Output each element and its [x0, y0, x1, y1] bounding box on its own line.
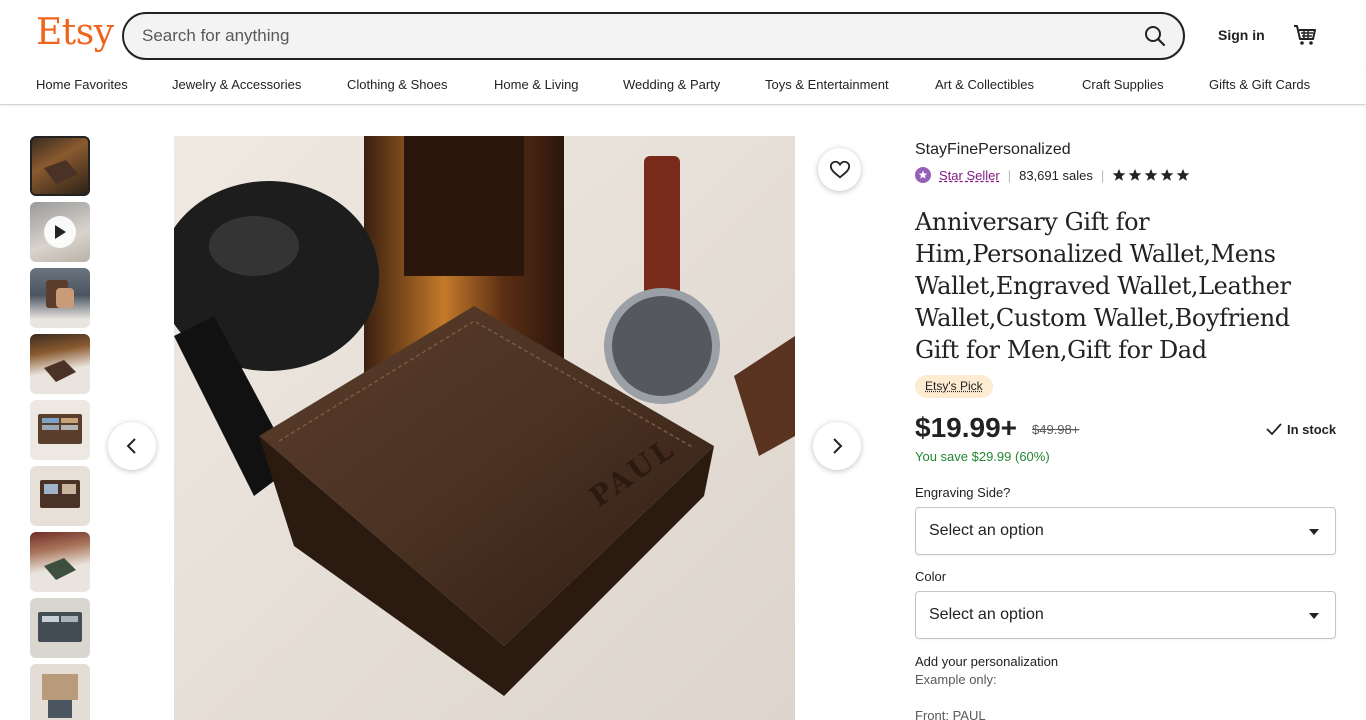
check-icon	[1266, 423, 1282, 436]
thumbnail-image[interactable]	[30, 598, 90, 658]
play-icon	[44, 216, 76, 248]
price: $19.99+	[915, 412, 1017, 443]
thumbnail-image[interactable]	[30, 532, 90, 592]
wallet-thumbnail-graphic	[44, 160, 78, 184]
engraving-side-label: Engraving Side?	[915, 485, 1011, 500]
original-price: $49.98+	[1032, 422, 1080, 437]
thumbnail-image[interactable]	[30, 400, 90, 460]
color-label: Color	[915, 569, 947, 584]
nav-item-clothing-shoes[interactable]: Clothing & Shoes	[347, 77, 447, 92]
nav-item-gifts-gift-cards[interactable]: Gifts & Gift Cards	[1209, 77, 1310, 92]
color-value: Select an option	[929, 606, 1044, 623]
thumbnail-image[interactable]	[30, 334, 90, 394]
green-wallet-graphic	[44, 558, 76, 580]
wallet-thumbnail-graphic	[44, 360, 76, 382]
color-select[interactable]: Select an option	[915, 591, 1336, 639]
star-seller-label[interactable]: Star Seller	[939, 168, 1000, 183]
savings-text: You save $29.99 (60%)	[915, 449, 1050, 464]
open-wallet-graphic	[38, 414, 82, 444]
star-icon	[1160, 168, 1174, 181]
next-image-button[interactable]	[813, 422, 861, 470]
nav-item-craft-supplies[interactable]: Craft Supplies	[1082, 77, 1164, 92]
search-icon	[1145, 26, 1166, 47]
favorite-button[interactable]	[818, 148, 861, 191]
nav-item-home-living[interactable]: Home & Living	[494, 77, 579, 92]
video-thumbnail[interactable]	[30, 202, 90, 262]
divider: |	[1007, 167, 1012, 183]
thumbnail-image[interactable]	[30, 268, 90, 328]
search-input[interactable]	[142, 14, 1122, 58]
listing-title: Anniversary Gift for Him,Personalized Wa…	[915, 208, 1291, 364]
search-bar	[122, 12, 1185, 60]
open-wallet-graphic	[38, 612, 82, 642]
nav-item-home-favorites[interactable]: Home Favorites	[36, 77, 128, 92]
etsy-logo[interactable]: Etsy	[36, 12, 114, 53]
engraving-side-select[interactable]: Select an option	[915, 507, 1336, 555]
site-header: Etsy Sign in	[0, 0, 1366, 70]
divider: |	[1100, 167, 1105, 183]
hand-wallet-graphic	[46, 280, 74, 308]
thumbnail-image[interactable]	[30, 664, 90, 720]
star-seller-badge-icon	[915, 167, 931, 183]
cart-icon	[1294, 25, 1316, 45]
hand-open-wallet-graphic	[40, 480, 80, 508]
nav-item-toys-entertainment[interactable]: Toys & Entertainment	[765, 77, 889, 92]
thumbnail-image[interactable]	[30, 466, 90, 526]
sales-count: 83,691 sales	[1019, 167, 1093, 183]
front-example-text: Front: PAUL	[915, 708, 986, 720]
etsys-pick-badge[interactable]: Etsy's Pick	[915, 375, 993, 398]
thumbnail-image[interactable]	[30, 136, 90, 196]
example-label: Example only:	[915, 672, 997, 687]
star-icon	[1176, 168, 1190, 181]
nav-item-art-collectibles[interactable]: Art & Collectibles	[935, 77, 1034, 92]
category-nav: Home Favorites Jewelry & Accessories Clo…	[0, 70, 1366, 105]
nav-item-jewelry-accessories[interactable]: Jewelry & Accessories	[172, 77, 301, 92]
sign-in-link[interactable]: Sign in	[1218, 27, 1265, 43]
seller-info-row: Star Seller | 83,691 sales |	[915, 166, 1190, 184]
caret-down-icon	[1309, 613, 1319, 619]
heart-icon	[829, 160, 850, 179]
rating-stars[interactable]	[1112, 168, 1190, 182]
personalization-label: Add your personalization	[915, 654, 1059, 669]
cart-button[interactable]	[1292, 22, 1320, 50]
stock-status-label: In stock	[1287, 421, 1337, 437]
wallet-product-photo	[174, 136, 795, 720]
caret-down-icon	[1309, 529, 1319, 535]
star-icon	[1144, 168, 1158, 181]
previous-image-button[interactable]	[108, 422, 156, 470]
gift-box-graphic	[42, 674, 78, 718]
star-icon	[1112, 168, 1126, 181]
chevron-left-icon	[126, 438, 136, 454]
engraving-side-value: Select an option	[929, 522, 1044, 539]
star-icon	[1128, 168, 1142, 181]
stock-status: In stock	[1265, 420, 1336, 438]
main-product-image[interactable]: PAUL	[174, 136, 795, 720]
chevron-right-icon	[833, 438, 843, 454]
nav-item-wedding-party[interactable]: Wedding & Party	[623, 77, 720, 92]
shop-name-link[interactable]: StayFinePersonalized	[915, 141, 1071, 159]
search-button[interactable]	[1139, 20, 1171, 52]
